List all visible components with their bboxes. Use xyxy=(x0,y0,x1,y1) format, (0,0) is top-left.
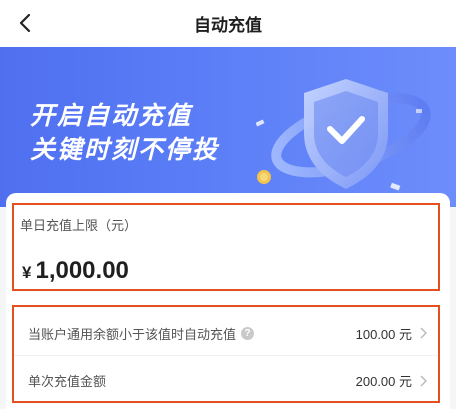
currency-symbol: ¥ xyxy=(22,263,32,282)
chevron-right-icon xyxy=(418,326,428,340)
chevron-right-icon xyxy=(418,374,428,388)
recharge-amount-label: 单次充值金额 xyxy=(28,374,107,389)
threshold-row[interactable]: 当账户通用余额小于该值时自动充值 ? 100.00 元 xyxy=(14,311,438,356)
banner-slogan: 开启自动充值 关键时刻不停投 xyxy=(30,99,219,167)
shield-icon xyxy=(256,79,431,191)
daily-limit-label: 单日充值上限（元） xyxy=(20,218,138,233)
threshold-value: 100.00 元 xyxy=(355,326,412,342)
daily-limit-amount: 1,000.00 xyxy=(35,257,129,284)
banner-line-1: 开启自动充值 xyxy=(30,102,193,130)
promo-banner: 开启自动充值 关键时刻不停投 xyxy=(0,47,456,207)
back-button[interactable] xyxy=(10,8,40,38)
page-title: 自动充值 xyxy=(194,16,262,35)
recharge-amount-value: 200.00 元 xyxy=(355,374,412,389)
banner-line-2: 关键时刻不停投 xyxy=(30,136,220,164)
daily-limit-value[interactable]: ¥1,000.00 xyxy=(22,257,129,285)
navigation-bar: 自动充值 xyxy=(0,0,456,47)
recharge-settings-list: 当账户通用余额小于该值时自动充值 ? 100.00 元 单次充值金额 200.0… xyxy=(12,305,440,403)
help-icon[interactable]: ? xyxy=(241,326,255,340)
recharge-amount-row[interactable]: 单次充值金额 200.00 元 xyxy=(14,358,438,403)
daily-limit-section[interactable]: 单日充值上限（元） ¥1,000.00 xyxy=(12,203,440,291)
threshold-label: 当账户通用余额小于该值时自动充值 xyxy=(28,326,237,342)
chevron-left-icon xyxy=(19,13,31,33)
